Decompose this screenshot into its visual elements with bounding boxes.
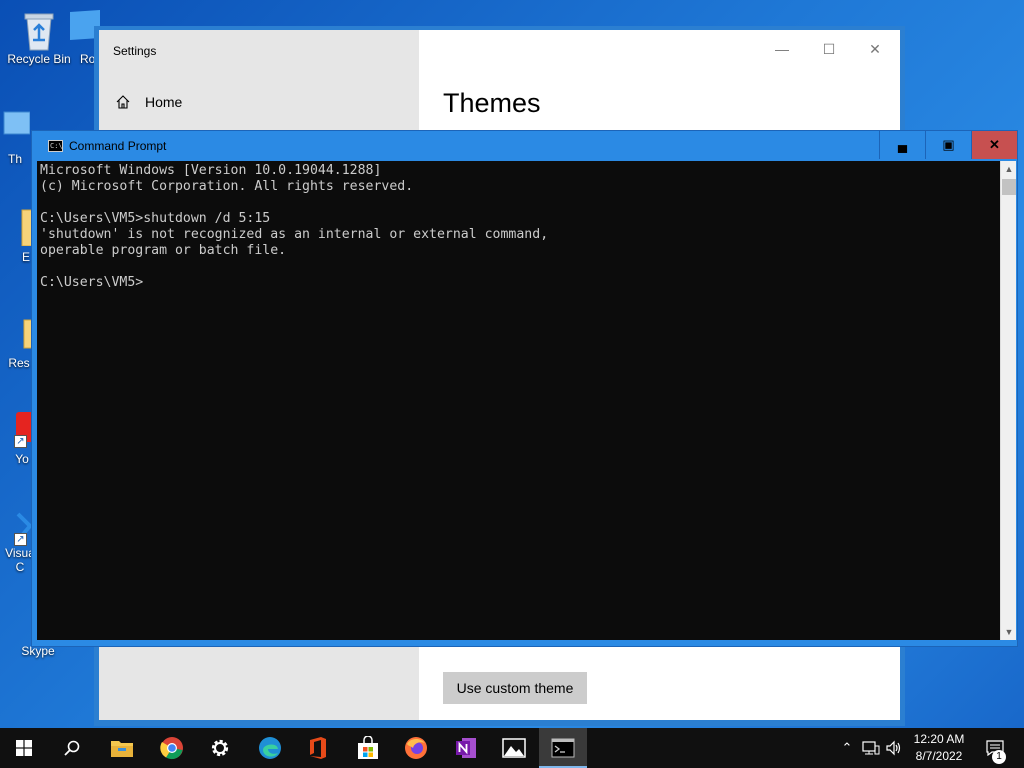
firefox-icon — [405, 737, 427, 759]
home-icon — [116, 95, 130, 109]
cmd-maximize-button[interactable]: ▣ — [925, 131, 971, 159]
taskbar-onenote[interactable] — [442, 728, 490, 768]
taskbar-store[interactable] — [344, 728, 392, 768]
page-title: Themes — [443, 88, 541, 118]
command-prompt-icon: C:\ — [48, 140, 63, 152]
taskbar-command-prompt[interactable] — [539, 728, 587, 768]
volume-button[interactable] — [884, 728, 904, 768]
photos-icon — [502, 738, 526, 758]
folder-icon — [0, 312, 35, 352]
chevron-up-icon: ⌃ — [841, 740, 853, 755]
taskbar-chrome[interactable] — [148, 728, 196, 768]
scroll-down-arrow-icon[interactable]: ▼ — [1001, 624, 1017, 640]
settings-maximize-button[interactable]: ☐ — [818, 38, 840, 60]
start-button[interactable] — [0, 728, 48, 768]
scroll-thumb[interactable] — [1002, 179, 1016, 195]
desktop-icon-label: Th — [7, 152, 22, 166]
file-explorer-icon — [111, 741, 133, 757]
cmd-minimize-button[interactable]: ▄ — [879, 131, 925, 159]
taskbar-edge[interactable] — [246, 728, 294, 768]
this-pc-icon — [0, 108, 31, 148]
taskbar-clock[interactable]: 12:20 AM 8/7/2022 — [904, 731, 974, 765]
office-icon — [310, 737, 326, 759]
taskbar-photos[interactable] — [490, 728, 538, 768]
settings-nav-home[interactable]: Home — [115, 94, 182, 110]
scroll-up-arrow-icon[interactable]: ▲ — [1001, 161, 1017, 177]
youtube-shortcut-icon: ↗ — [0, 408, 34, 448]
network-button[interactable] — [860, 728, 882, 768]
recycle-bin-icon — [19, 8, 59, 51]
show-hidden-icons-button[interactable]: ⌃ — [838, 728, 856, 768]
cmd-window-title: Command Prompt — [69, 139, 167, 153]
desktop-icon-label: Res — [8, 356, 30, 370]
console-output[interactable]: Microsoft Windows [Version 10.0.19044.12… — [37, 161, 1000, 640]
cmd-titlebar[interactable]: C:\ Command Prompt ▄ ▣ ✕ — [32, 131, 1017, 161]
desktop-icon-e[interactable]: E — [0, 206, 35, 264]
store-icon — [358, 736, 378, 759]
taskbar-settings[interactable] — [196, 728, 244, 768]
settings-app-title: Settings — [113, 44, 157, 58]
settings-close-button[interactable]: ✕ — [864, 38, 886, 60]
console-line: C:\Users\VM5>shutdown /d 5:15 — [40, 211, 271, 226]
console-line: (c) Microsoft Corporation. All rights re… — [40, 179, 414, 194]
desktop-icon-label: E — [21, 250, 30, 264]
desktop-icon-this-pc[interactable]: Th — [0, 108, 31, 166]
notification-count-badge: 1 — [992, 750, 1006, 764]
windows-logo-icon — [16, 740, 32, 756]
console-line: C:\Users\VM5> — [40, 275, 144, 290]
taskbar-firefox[interactable] — [392, 728, 440, 768]
console-line: operable program or batch file. — [40, 243, 287, 258]
chrome-icon — [160, 737, 183, 760]
desktop-icon-res[interactable]: Res — [0, 312, 35, 370]
command-prompt-window[interactable]: C:\ Command Prompt ▄ ▣ ✕ Microsoft Windo… — [31, 130, 1018, 647]
search-button[interactable] — [48, 728, 96, 768]
speaker-icon — [886, 740, 901, 756]
edge-icon — [259, 737, 281, 759]
console-line: Microsoft Windows [Version 10.0.19044.12… — [40, 163, 382, 178]
onenote-icon — [456, 738, 476, 758]
cmd-close-button[interactable]: ✕ — [971, 131, 1017, 159]
taskbar: ⌃ 12:20 AM 8/7/2022 1 — [0, 728, 1024, 768]
desktop-icon-youtube[interactable]: ↗ Yo — [0, 408, 34, 466]
command-prompt-icon — [551, 738, 575, 758]
use-custom-theme-button[interactable]: Use custom theme — [443, 672, 587, 704]
folder-icon — [0, 206, 35, 247]
taskbar-file-explorer[interactable] — [98, 728, 146, 768]
clock-date: 8/7/2022 — [915, 749, 963, 763]
network-icon — [862, 741, 880, 755]
cmd-scrollbar[interactable]: ▲ ▼ — [1000, 161, 1016, 640]
console-line: 'shutdown' is not recognized as an inter… — [40, 227, 549, 242]
shortcut-arrow-icon: ↗ — [14, 435, 27, 448]
desktop-icon-label: Yo — [15, 452, 29, 466]
taskbar-office[interactable] — [294, 728, 342, 768]
search-icon — [64, 740, 80, 756]
settings-nav-home-label: Home — [145, 94, 183, 110]
gear-icon — [211, 739, 229, 757]
clock-time: 12:20 AM — [913, 732, 965, 746]
settings-minimize-button[interactable]: — — [771, 38, 793, 60]
shortcut-arrow-icon: ↗ — [14, 533, 27, 546]
